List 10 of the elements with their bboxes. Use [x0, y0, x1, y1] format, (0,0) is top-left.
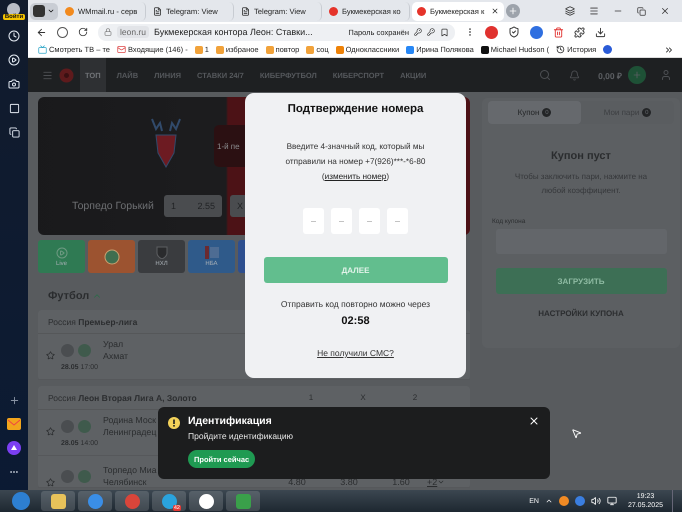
page-title: Букмекерская контора Леон: Ставки...	[154, 27, 314, 37]
toast-title: Идентификация	[188, 415, 273, 427]
domain-text: leon.ru	[117, 26, 149, 38]
countdown-timer: 02:58	[341, 315, 370, 327]
resend-note: Отправить код повторно можно через	[280, 299, 430, 309]
team-name: Торпедо Горький	[72, 200, 155, 212]
toast-text: Пройдите идентификацию	[188, 431, 294, 441]
instruction-text: Введите 4-значный код, который мы отправили на номер +7(926)***-*6-80 (изменить номер)	[284, 141, 426, 183]
dialog-title: Подтверждение номера	[288, 103, 424, 115]
balance: 0,00 ₽	[598, 70, 622, 80]
